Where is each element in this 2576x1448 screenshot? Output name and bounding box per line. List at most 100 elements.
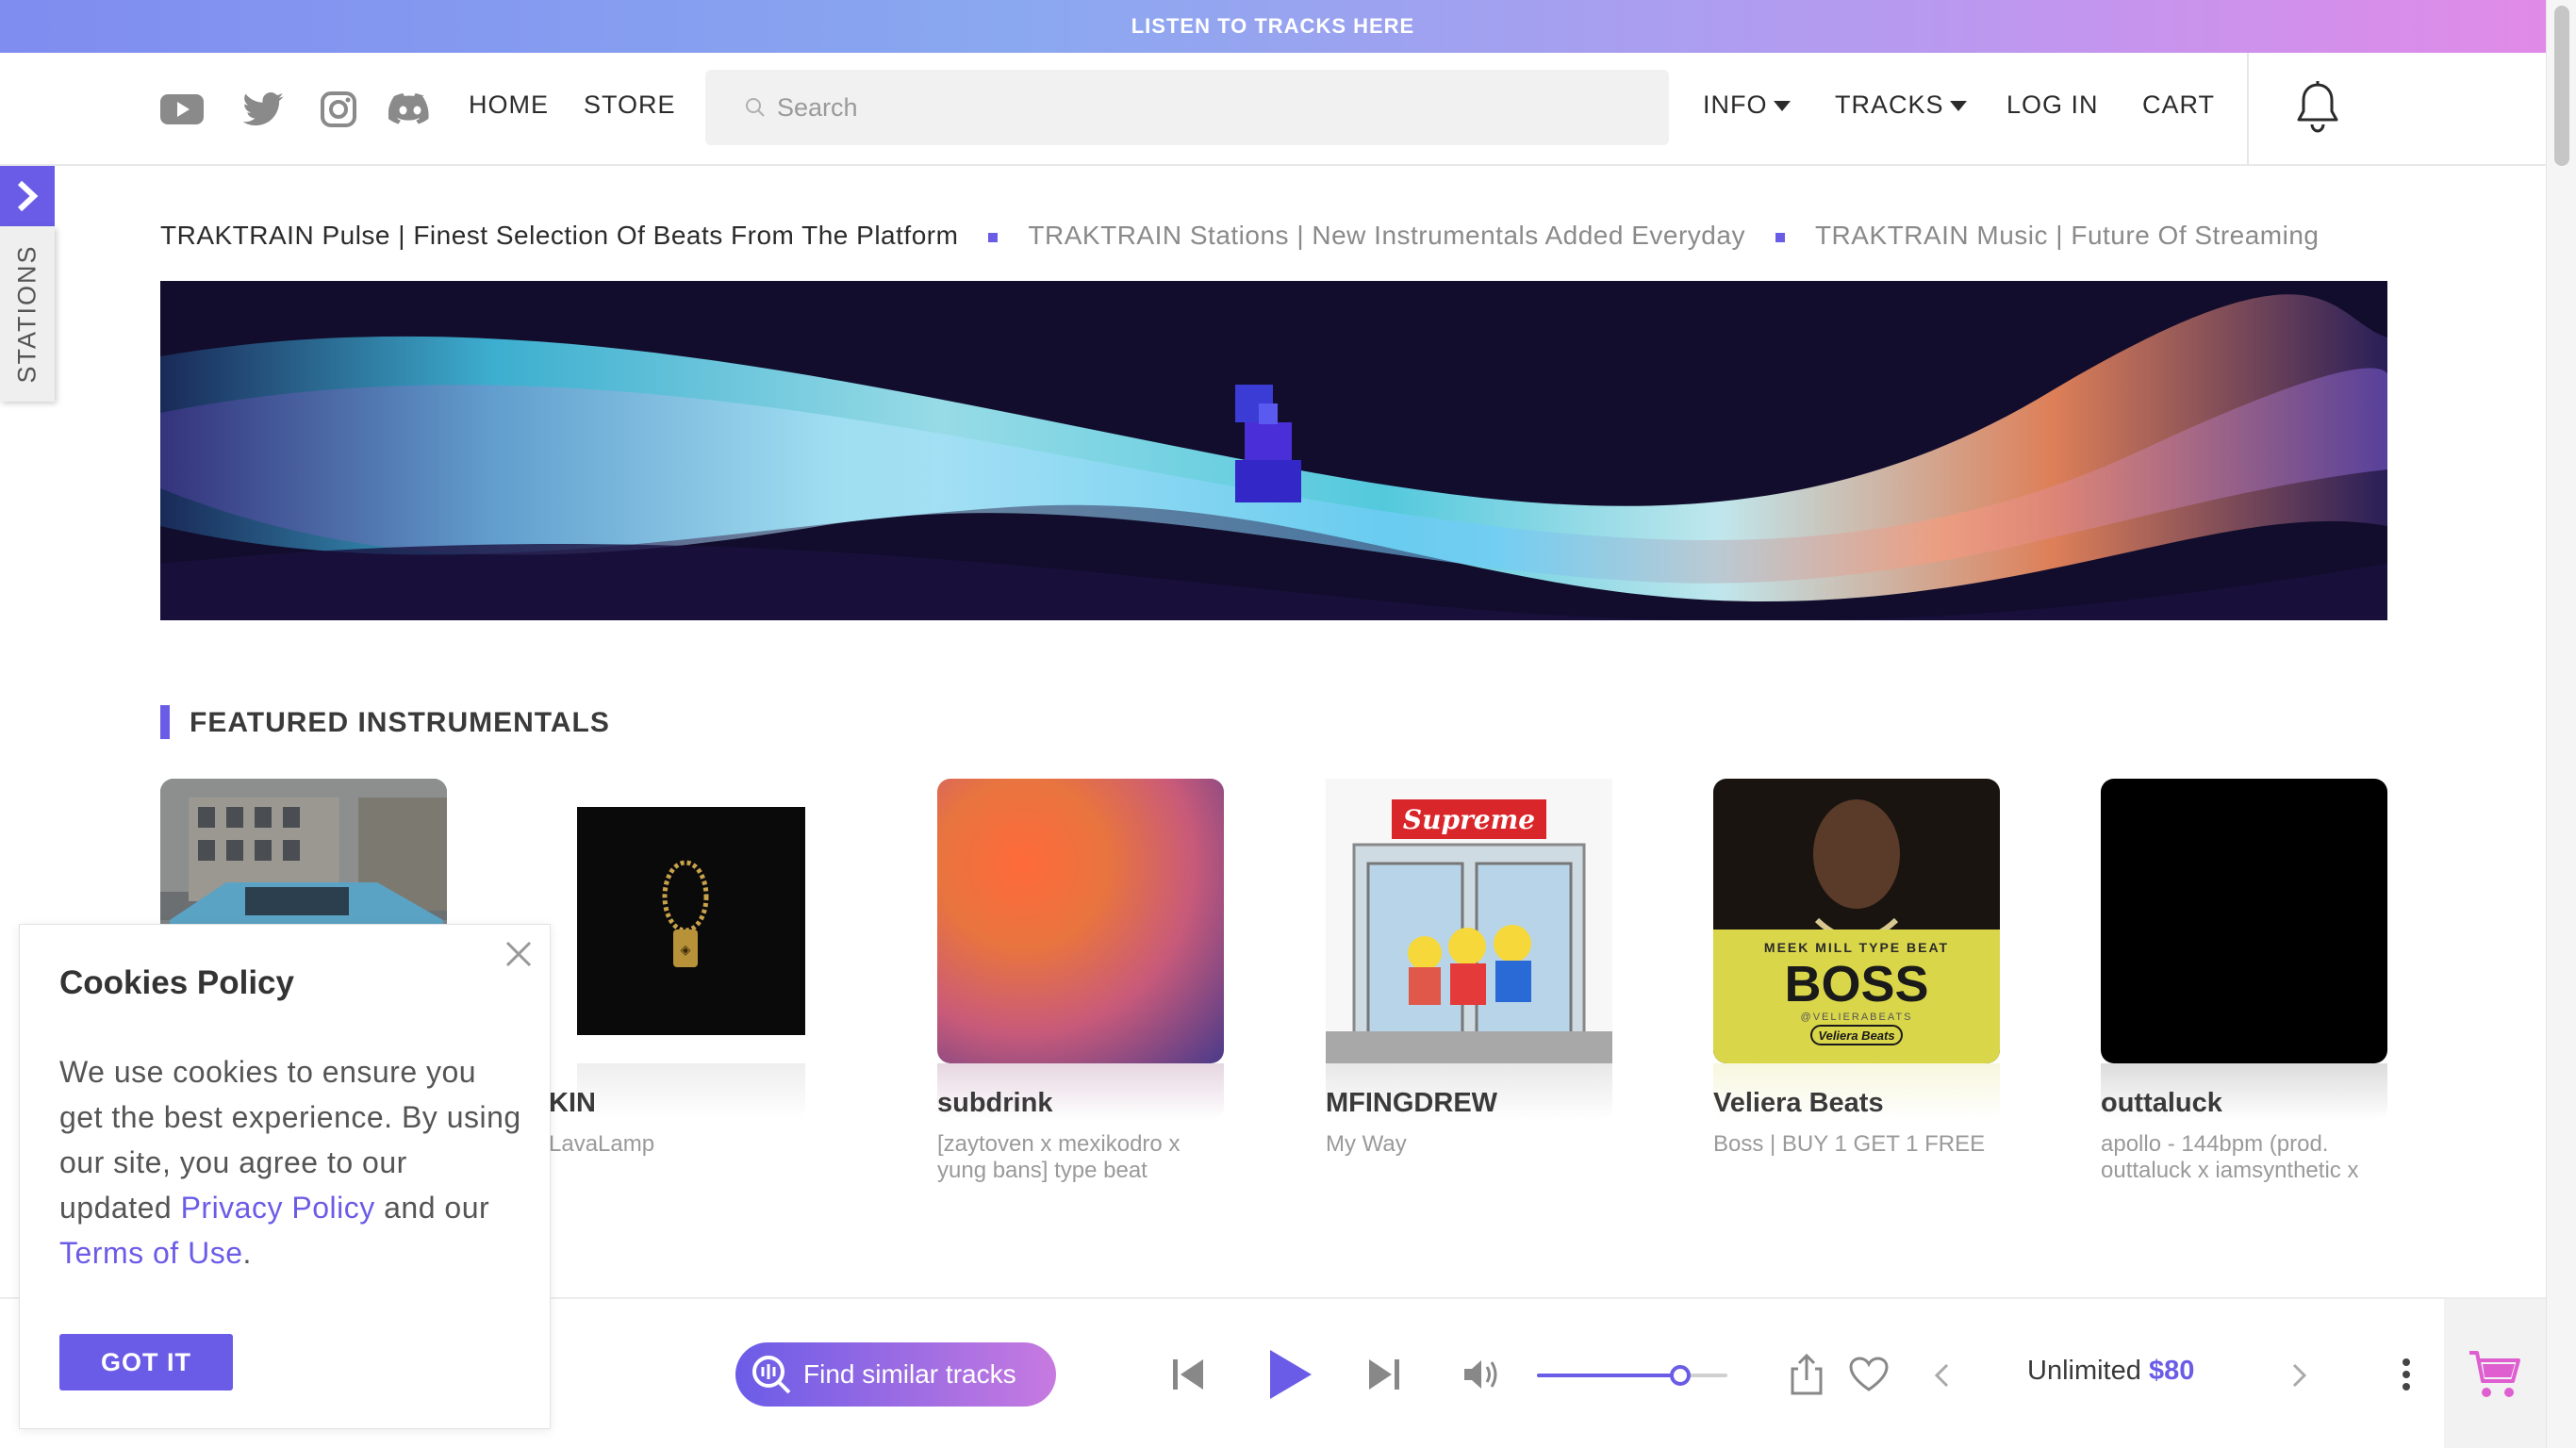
page: LISTEN TO TRACKS HERE HOME STORE INFO TR… — [0, 0, 2576, 1448]
top-banner[interactable]: LISTEN TO TRACKS HERE — [0, 0, 2546, 53]
stations-tab[interactable]: STATIONS — [0, 226, 55, 402]
track-title[interactable]: LavaLamp — [549, 1131, 835, 1158]
scrollbar-thumb[interactable] — [2554, 6, 2569, 166]
track-cover[interactable] — [937, 779, 1224, 1063]
nav-tracks-label: TRACKS — [1835, 90, 1944, 119]
track-card[interactable]: Supreme MFINGDREW My Way — [1326, 779, 1612, 1157]
chevron-left-icon — [1934, 1363, 1949, 1388]
track-cover[interactable]: ◈ — [549, 779, 835, 1063]
supreme-logo-text: Supreme — [1403, 804, 1535, 835]
track-title[interactable]: [zaytoven x mexikodro x yung bans] type … — [937, 1131, 1224, 1184]
similar-search-icon — [752, 1356, 791, 1394]
more-vertical-icon — [2403, 1358, 2410, 1390]
cover-subtitle: MEEK MILL TYPE BEAT — [1764, 940, 1949, 955]
hero-banner[interactable] — [160, 281, 2387, 620]
previous-button[interactable] — [1169, 1354, 1207, 1395]
cover-main-text: BOSS — [1784, 956, 1928, 1012]
close-icon — [505, 941, 532, 967]
track-card[interactable]: subdrink [zaytoven x mexikodro x yung ba… — [937, 779, 1224, 1183]
track-artist[interactable]: MFINGDREW — [1326, 1088, 1497, 1119]
volume-handle[interactable] — [1669, 1365, 1691, 1386]
nav-home[interactable]: HOME — [469, 90, 549, 120]
cookies-dialog: Cookies Policy We use cookies to ensure … — [19, 924, 551, 1429]
caret-down-icon — [1949, 101, 1967, 112]
track-card[interactable]: ◈ KIN LavaLamp — [549, 779, 835, 1157]
track-title[interactable]: Boss | BUY 1 GET 1 FREE — [1713, 1131, 2000, 1158]
nav-cart[interactable]: CART — [2142, 90, 2215, 120]
track-title[interactable]: apollo - 144bpm (prod. outtaluck x iamsy… — [2101, 1131, 2387, 1184]
heart-icon — [1849, 1357, 1889, 1391]
volume-slider[interactable] — [1537, 1365, 1727, 1386]
find-similar-label: Find similar tracks — [803, 1359, 1016, 1389]
track-artist[interactable]: subdrink — [937, 1088, 1052, 1119]
play-icon — [1270, 1350, 1312, 1399]
stations-label: STATIONS — [12, 244, 41, 384]
next-button[interactable] — [1365, 1354, 1403, 1395]
license-selector[interactable]: Unlimited $80 — [2027, 1356, 2194, 1387]
share-button[interactable] — [1788, 1352, 1825, 1397]
terms-of-use-link[interactable]: Terms of Use — [59, 1236, 242, 1270]
cookies-text-end: . — [242, 1236, 252, 1270]
bell-icon[interactable] — [2291, 79, 2344, 138]
ticker-item[interactable]: TRAKTRAIN Music | Future Of Streaming — [1815, 221, 2320, 250]
volume-button[interactable] — [1460, 1354, 1503, 1395]
nav-login[interactable]: LOG IN — [2006, 90, 2099, 120]
cover-reflection — [577, 1063, 805, 1120]
cover-brand: Veliera Beats — [1818, 1028, 1894, 1043]
section-accent-bar — [160, 705, 170, 739]
like-button[interactable] — [1848, 1354, 1890, 1395]
track-cover[interactable]: Supreme — [1326, 779, 1612, 1063]
track-artist[interactable]: Veliera Beats — [1713, 1088, 1884, 1119]
track-title[interactable]: My Way — [1326, 1131, 1612, 1158]
twitter-icon[interactable] — [239, 89, 287, 130]
news-ticker: TRAKTRAIN Pulse | Finest Selection Of Be… — [160, 221, 2386, 258]
license-next-button[interactable] — [2287, 1359, 2312, 1391]
share-icon — [1791, 1354, 1823, 1395]
ticker-item[interactable]: TRAKTRAIN Stations | New Instrumentals A… — [1028, 221, 1745, 250]
volume-icon — [1464, 1360, 1497, 1389]
privacy-policy-link[interactable]: Privacy Policy — [181, 1191, 375, 1225]
ticker-separator — [1775, 232, 1785, 242]
cookies-text-middle: and our — [384, 1191, 490, 1225]
skip-forward-icon — [1369, 1359, 1399, 1390]
chevron-right-icon — [2292, 1363, 2307, 1388]
youtube-icon[interactable] — [158, 89, 206, 130]
volume-level — [1537, 1374, 1680, 1377]
instagram-icon[interactable] — [315, 89, 362, 130]
caret-down-icon — [1773, 101, 1791, 112]
search-icon — [746, 98, 765, 117]
find-similar-button[interactable]: Find similar tracks — [735, 1342, 1056, 1407]
discord-icon[interactable] — [387, 89, 434, 130]
nav-tracks[interactable]: TRACKS — [1835, 90, 1967, 120]
nav-store[interactable]: STORE — [584, 90, 676, 120]
cookies-message: We use cookies to ensure you get the bes… — [59, 1049, 521, 1275]
track-card[interactable]: outtaluck apollo - 144bpm (prod. outtalu… — [2101, 779, 2387, 1183]
more-options-button[interactable] — [2395, 1352, 2418, 1397]
chevron-right-icon — [17, 180, 39, 212]
nav-info-label: INFO — [1703, 90, 1768, 119]
track-artist[interactable]: KIN — [549, 1088, 596, 1119]
page-scrollbar[interactable] — [2546, 0, 2576, 1448]
stations-toggle[interactable] — [0, 166, 55, 226]
track-card[interactable]: MEEK MILL TYPE BEAT BOSS @VELIERABEATS V… — [1713, 779, 2000, 1157]
nav-info[interactable]: INFO — [1703, 90, 1791, 120]
track-artist[interactable]: outtaluck — [2101, 1088, 2222, 1119]
play-button[interactable] — [1263, 1346, 1316, 1403]
top-banner-text: LISTEN TO TRACKS HERE — [1131, 14, 1415, 38]
cookies-title: Cookies Policy — [59, 964, 294, 1001]
search-input[interactable] — [777, 92, 1626, 123]
track-cover[interactable] — [2101, 779, 2387, 1063]
svg-text:◈: ◈ — [681, 942, 691, 957]
close-button[interactable] — [503, 938, 535, 970]
cover-handle: @VELIERABEATS — [1801, 1012, 1913, 1023]
skip-back-icon — [1173, 1359, 1203, 1390]
license-prev-button[interactable] — [1929, 1359, 1954, 1391]
got-it-button[interactable]: GOT IT — [59, 1334, 233, 1390]
search-box[interactable] — [705, 70, 1669, 145]
track-cover[interactable]: MEEK MILL TYPE BEAT BOSS @VELIERABEATS V… — [1713, 779, 2000, 1063]
cart-icon — [2469, 1351, 2520, 1397]
add-to-cart-button[interactable] — [2444, 1299, 2546, 1448]
license-price: $80 — [2148, 1356, 2195, 1386]
ticker-item[interactable]: TRAKTRAIN Pulse | Finest Selection Of Be… — [160, 221, 958, 250]
ticker-separator — [988, 232, 999, 242]
